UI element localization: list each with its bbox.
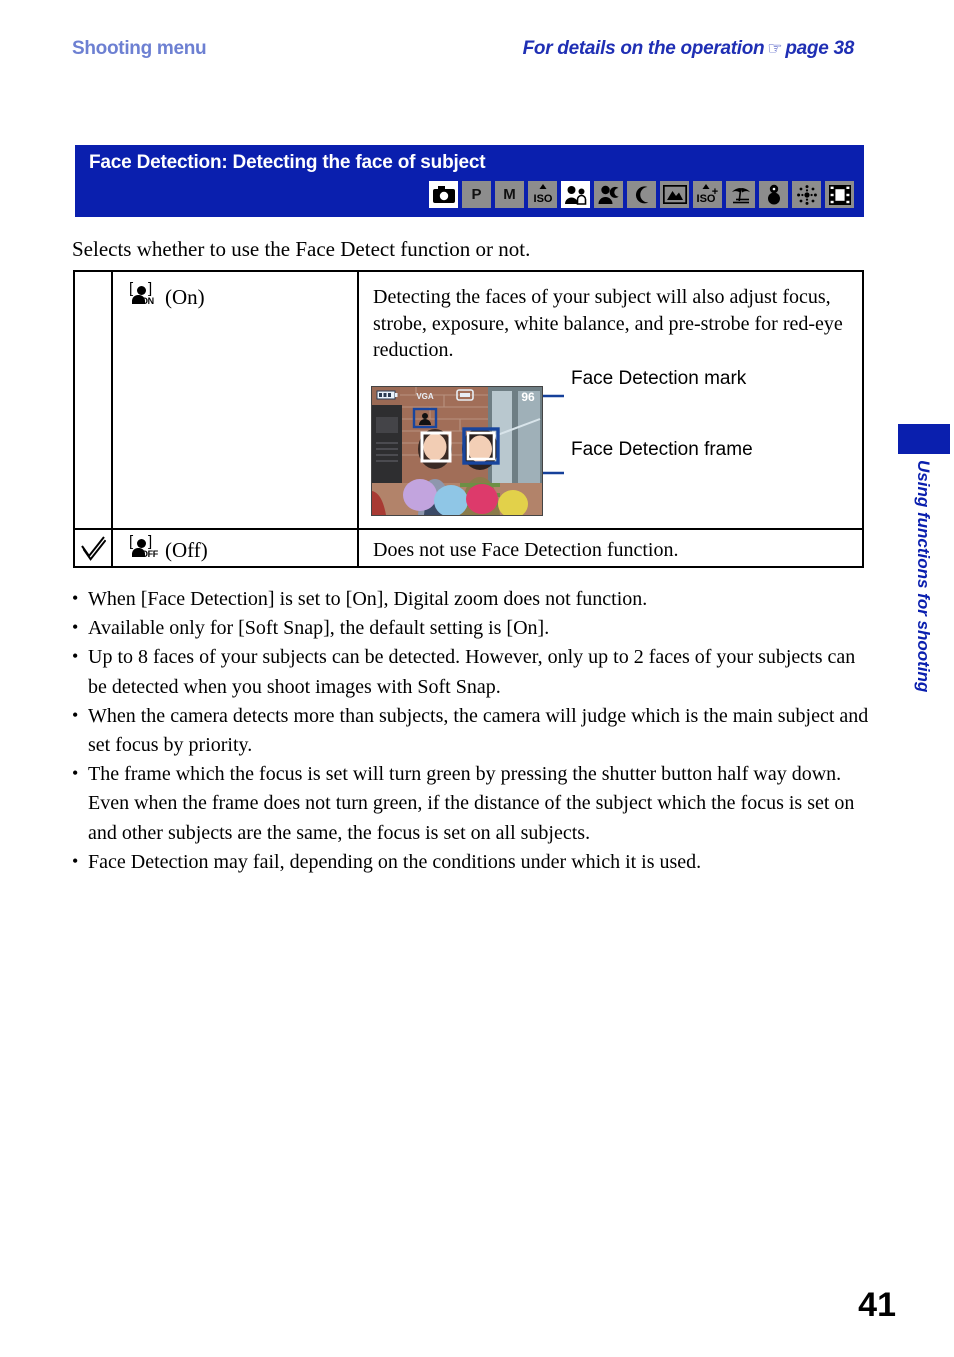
face-detection-off-icon: [ ] OFF xyxy=(129,533,158,563)
svg-text:ISO: ISO xyxy=(533,193,552,205)
option-name-off: [ ] OFF (Off) xyxy=(129,533,208,563)
running-header-left-title: Shooting menu xyxy=(72,38,207,59)
callout-label-face-detection-mark: Face Detection mark xyxy=(571,368,747,389)
notes-list: When [Face Detection] is set to [On], Di… xyxy=(70,585,870,877)
face-dot xyxy=(137,539,146,548)
table-row: [ ] ON (On) Detecting the faces of your … xyxy=(75,272,862,528)
program-auto-mode-icon: P xyxy=(462,181,491,208)
bracket-right: ] xyxy=(148,280,153,297)
camera-lcd-sample-photo: VGA 96 xyxy=(371,386,543,516)
bracket-left: [ xyxy=(129,533,134,550)
high-sensitivity-plus-mode-icon: ISO + xyxy=(693,181,722,208)
svg-text:VGA: VGA xyxy=(416,392,434,401)
snow-mode-icon xyxy=(759,181,788,208)
high-sensitivity-mode-icon: ISO xyxy=(528,181,557,208)
running-header: Shooting menu For details on the operati… xyxy=(0,0,954,90)
face-detection-state-sub: OFF xyxy=(141,549,158,559)
options-table: [ ] ON (On) Detecting the faces of your … xyxy=(73,270,864,568)
option-name-on: [ ] ON (On) xyxy=(129,280,357,310)
face-detection-illustration: VGA 96 Face Detection mark Face Detectio… xyxy=(359,364,859,524)
landscape-mode-icon xyxy=(660,181,689,208)
manual-mode-icon: M xyxy=(495,181,524,208)
default-marker-cell xyxy=(75,272,113,528)
face-dot xyxy=(137,286,146,295)
mode-label-m: M xyxy=(503,186,516,203)
bracket-right: ] xyxy=(148,533,153,550)
soft-snap-mode-icon xyxy=(561,181,590,208)
list-item: When [Face Detection] is set to [On], Di… xyxy=(70,585,870,614)
list-item: Available only for [Soft Snap], the defa… xyxy=(70,614,870,643)
section-banner: Face Detection: Detecting the face of su… xyxy=(75,145,864,217)
reference-prefix: For details on the operation xyxy=(522,38,765,59)
mode-label-p: P xyxy=(471,186,482,203)
svg-text:96: 96 xyxy=(521,390,535,404)
side-tab-marker xyxy=(898,424,950,454)
table-row: [ ] OFF (Off) Does not use Face Detectio… xyxy=(75,528,862,566)
shooting-mode-icon-row: P M ISO ISO + xyxy=(429,181,854,208)
beach-mode-icon xyxy=(726,181,755,208)
list-item: Up to 8 faces of your subjects can be de… xyxy=(70,643,870,701)
twilight-portrait-mode-icon xyxy=(594,181,623,208)
lcd-scene: VGA 96 xyxy=(372,387,542,515)
option-label-text: (Off) xyxy=(165,537,208,562)
page-number: 41 xyxy=(858,1286,896,1324)
callout-label-face-detection-frame: Face Detection frame xyxy=(571,439,753,460)
option-description-text: Does not use Face Detection function. xyxy=(373,538,679,561)
option-description-cell: Does not use Face Detection function. xyxy=(359,530,862,566)
face-detection-state-sub: ON xyxy=(141,296,154,306)
reference-page: page 38 xyxy=(785,38,854,59)
side-tab-label: Using functions for shooting xyxy=(914,460,933,693)
section-title: Face Detection: Detecting the face of su… xyxy=(89,152,486,173)
option-description-cell: Detecting the faces of your subject will… xyxy=(359,272,862,528)
twilight-mode-icon xyxy=(627,181,656,208)
list-item: Face Detection may fail, depending on th… xyxy=(70,848,870,877)
option-label-text: (On) xyxy=(165,284,205,309)
option-description-text: Detecting the faces of your subject will… xyxy=(373,286,843,362)
still-camera-mode-icon xyxy=(429,181,458,208)
default-marker-cell xyxy=(75,530,113,566)
pointing-hand-icon: ☞ xyxy=(767,39,783,58)
lcd-battery-icon xyxy=(376,390,398,400)
default-setting-checkmark-icon xyxy=(81,536,106,561)
bracket-left: [ xyxy=(129,280,134,297)
option-label-cell: [ ] ON (On) xyxy=(113,272,359,528)
intro-paragraph: Selects whether to use the Face Detect f… xyxy=(72,237,531,261)
face-detection-on-icon: [ ] ON xyxy=(129,280,157,310)
running-header-right-reference: For details on the operation ☞ page 38 xyxy=(522,38,855,60)
list-item: The frame which the focus is set will tu… xyxy=(70,760,870,848)
list-item: When the camera detects more than subjec… xyxy=(70,702,870,760)
fireworks-mode-icon xyxy=(792,181,821,208)
option-label-cell: [ ] OFF (Off) xyxy=(113,530,359,566)
movie-mode-icon xyxy=(825,181,854,208)
svg-text:+: + xyxy=(712,186,718,198)
